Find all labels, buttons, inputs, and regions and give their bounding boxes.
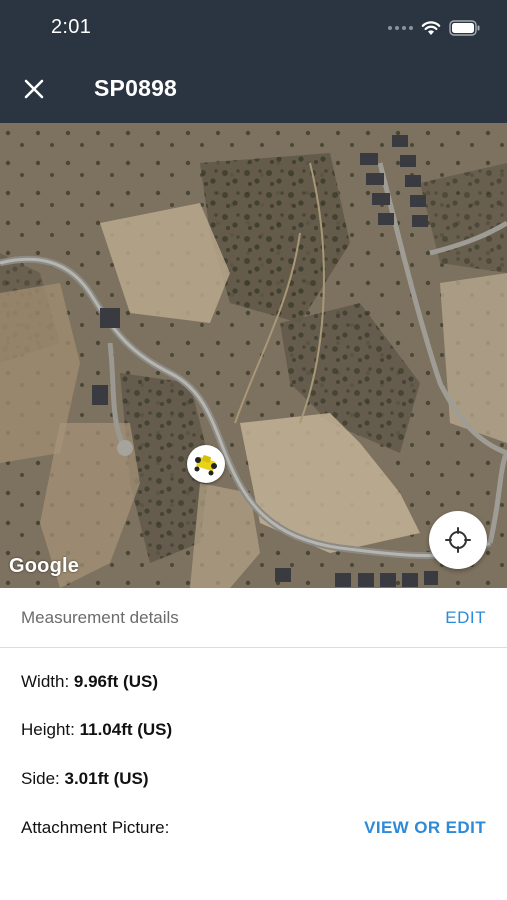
crosshair-icon	[445, 527, 471, 553]
vehicle-icon	[194, 455, 217, 476]
view-or-edit-button[interactable]: VIEW OR EDIT	[364, 818, 486, 838]
locate-button[interactable]	[429, 511, 487, 569]
details-title: Measurement details	[21, 608, 179, 627]
width-value: 9.96ft (US)	[73, 672, 158, 691]
satellite-map[interactable]: Google	[0, 123, 507, 588]
side-label: Side:	[21, 769, 65, 788]
page-title: SP0898	[94, 75, 178, 101]
height-label: Height:	[21, 720, 80, 739]
battery-icon	[449, 20, 480, 36]
wifi-icon	[421, 21, 441, 35]
height-row: Height: 11.04ft (US)	[21, 720, 172, 740]
height-value: 11.04ft (US)	[79, 720, 173, 739]
nav-bar: SP0898	[0, 56, 507, 123]
vehicle-marker[interactable]	[187, 445, 225, 483]
status-icons	[388, 18, 481, 38]
side-row: Side: 3.01ft (US)	[21, 769, 149, 789]
edit-button[interactable]: EDIT	[445, 608, 486, 628]
close-icon	[24, 79, 44, 99]
details-header: Measurement details EDIT	[0, 588, 507, 648]
attachment-label: Attachment Picture:	[21, 818, 170, 837]
close-button[interactable]	[20, 75, 48, 103]
width-row: Width: 9.96ft (US)	[21, 672, 158, 692]
google-attribution: Google	[9, 555, 80, 577]
signal-icon	[388, 26, 413, 30]
map-imagery	[0, 123, 507, 588]
status-bar: 2:01	[0, 0, 507, 56]
status-time: 2:01	[51, 16, 92, 38]
width-label: Width:	[21, 672, 74, 691]
side-value: 3.01ft (US)	[64, 769, 149, 788]
